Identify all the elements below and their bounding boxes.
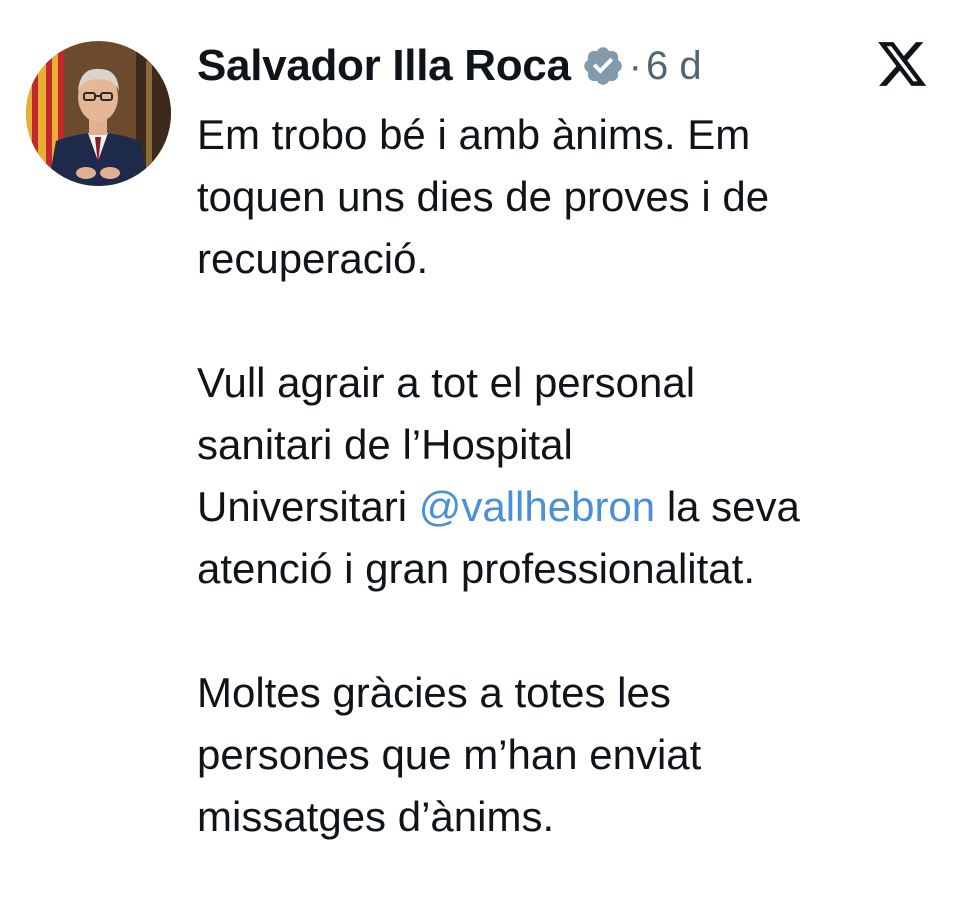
avatar-portrait-image [26, 41, 171, 186]
tweet-line: atenció i gran professionalitat. [197, 545, 755, 592]
tweet-text: Em trobo bé i amb ànims. Em toquen uns d… [197, 104, 937, 848]
author-name[interactable]: Salvador Illa Roca [197, 41, 571, 91]
tweet-line: missatges d’ànims. [197, 793, 555, 840]
tweet-line: Em trobo bé i amb ànims. Em [197, 111, 751, 158]
separator-dot: · [628, 43, 642, 88]
tweet-line: toquen uns dies de proves i de [197, 173, 770, 220]
tweet-line: sanitari de l’Hospital [197, 421, 573, 468]
tweet-text-segment: Universitari [197, 483, 419, 530]
tweet-text-segment: la seva [655, 483, 800, 530]
tweet-line: persones que m’han enviat [197, 731, 702, 778]
verified-badge-icon [581, 44, 625, 88]
tweet-line-with-mention: Universitari @vallhebron la seva [197, 476, 937, 538]
tweet-line: Moltes gràcies a totes les [197, 669, 671, 716]
tweet-header: Salvador Illa Roca · 6 d [197, 38, 702, 94]
mention-link[interactable]: @vallhebron [419, 483, 655, 530]
avatar[interactable] [26, 41, 171, 186]
tweet-line: Vull agrair a tot el personal [197, 359, 696, 406]
timestamp[interactable]: 6 d [646, 44, 702, 89]
tweet-line: recuperació. [197, 235, 429, 282]
x-logo-icon[interactable] [878, 42, 928, 88]
